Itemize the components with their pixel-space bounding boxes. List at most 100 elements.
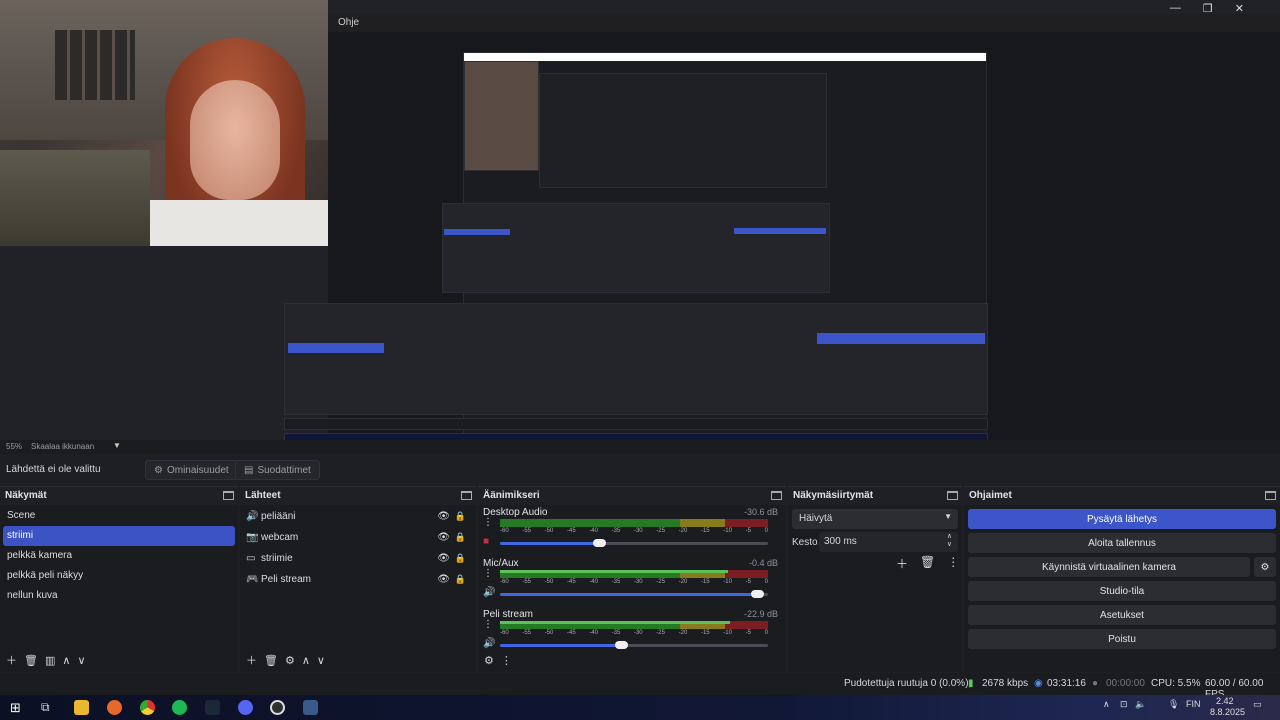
scene-item[interactable]: nellun kuva: [0, 586, 238, 606]
filter-icon[interactable]: ▥: [45, 654, 55, 667]
clock-time[interactable]: 2.42: [1216, 696, 1234, 706]
studio-mode-button[interactable]: Studio-tila: [968, 581, 1276, 601]
up-arrow-icon[interactable]: ∧: [302, 654, 310, 667]
undock-icon[interactable]: [771, 491, 782, 500]
virtual-camera-button[interactable]: Käynnistä virtuaalinen kamera: [968, 557, 1250, 577]
obs-icon[interactable]: [270, 700, 285, 715]
minimize-icon[interactable]: —: [1170, 2, 1181, 15]
lock-icon[interactable]: 🔒: [455, 532, 466, 543]
source-toolbar: Lähdettä ei ole valittu ⚙ Ominaisuudet ▤…: [0, 458, 1280, 482]
volume-slider[interactable]: [500, 590, 768, 598]
chrome-icon[interactable]: [140, 700, 155, 715]
stream-time: 03:31:16: [1047, 678, 1086, 689]
duration-label: Kesto: [792, 537, 818, 548]
source-item[interactable]: ▭ striimie 👁 🔒: [240, 548, 476, 569]
app-icon[interactable]: [303, 700, 318, 715]
volume-icon[interactable]: 🔈: [1135, 699, 1146, 710]
tick-label: -45: [566, 528, 576, 534]
volume-slider[interactable]: [500, 641, 768, 649]
spotify-icon[interactable]: [172, 700, 187, 715]
down-arrow-icon[interactable]: ∨: [317, 654, 325, 667]
scene-item[interactable]: Scene: [0, 506, 238, 526]
tick-label: -5: [745, 528, 751, 534]
duration-input[interactable]: 300 ms ∧ ∨: [819, 532, 958, 552]
properties-button[interactable]: ⚙ Ominaisuudet: [145, 460, 238, 480]
more-menu-icon[interactable]: ⋮: [483, 619, 493, 630]
lock-icon[interactable]: 🔒: [455, 553, 466, 564]
scene-item[interactable]: pelkkä kamera: [0, 546, 238, 566]
source-item[interactable]: 🎮 Peli stream 👁 🔒: [240, 569, 476, 590]
undock-icon[interactable]: [1265, 491, 1276, 500]
source-item[interactable]: 🔊 peliääni 👁 🔒: [240, 506, 476, 527]
speaker-icon[interactable]: 🔊: [483, 587, 495, 598]
steam-icon[interactable]: [205, 700, 220, 715]
up-arrow-icon[interactable]: ∧: [62, 654, 70, 667]
exit-button[interactable]: Poistu: [968, 629, 1276, 649]
discord-icon[interactable]: [238, 700, 253, 715]
start-recording-button[interactable]: Aloita tallennus: [968, 533, 1276, 553]
maximize-icon[interactable]: ❐: [1203, 2, 1213, 15]
source-item[interactable]: 📷 webcam 👁 🔒: [240, 527, 476, 548]
source-name: peliääni: [261, 511, 296, 522]
monitor-icon: ▭: [246, 553, 256, 564]
preview-canvas[interactable]: Ohje — ❐ ✕: [0, 0, 1280, 440]
stop-stream-button[interactable]: Pysäytä lähetys: [968, 509, 1276, 529]
taskbar: ⊞ ⧉ ∧ ⊡ 🔈 🎙 FIN 2.42 8.8.2025 ▭: [0, 695, 1280, 720]
speaker-icon: 🔊: [246, 511, 259, 522]
scene-item-selected[interactable]: striimi: [3, 526, 235, 546]
cpu-usage: CPU: 5.5%: [1151, 678, 1201, 689]
undock-icon[interactable]: [223, 491, 234, 500]
lock-icon[interactable]: 🔒: [455, 574, 466, 585]
undock-icon[interactable]: [947, 491, 958, 500]
muted-icon[interactable]: ■: [483, 536, 489, 547]
undock-icon[interactable]: [461, 491, 472, 500]
more-menu-icon[interactable]: ⋮: [947, 555, 959, 572]
volume-slider[interactable]: [500, 539, 768, 547]
firefox-icon[interactable]: [107, 700, 122, 715]
add-icon[interactable]: ＋: [6, 652, 17, 668]
tick-label: -40: [589, 579, 598, 585]
eye-icon[interactable]: 👁: [437, 553, 450, 564]
scale-label: Skaalaa ikkunaan: [31, 442, 95, 451]
controls-dock: Ohjaimet Pysäytä lähetys Aloita tallennu…: [964, 486, 1280, 672]
speaker-icon[interactable]: 🔊: [483, 638, 495, 649]
close-icon[interactable]: ✕: [1235, 2, 1244, 15]
tick-label: -50: [544, 579, 554, 585]
trash-icon[interactable]: 🗑: [920, 555, 935, 572]
filters-button[interactable]: ▤ Suodattimet: [235, 460, 320, 480]
chevron-up-icon[interactable]: ∧: [1103, 699, 1110, 710]
source-name: webcam: [261, 532, 299, 543]
settings-button[interactable]: Asetukset: [968, 605, 1276, 625]
gear-icon[interactable]: ⚙: [1254, 557, 1276, 577]
transition-select[interactable]: Häivytä ▼: [792, 509, 958, 529]
notification-icon[interactable]: ▭: [1253, 699, 1262, 710]
windows-start-icon[interactable]: ⊞: [10, 700, 21, 716]
chevron-down-icon[interactable]: ▼: [113, 441, 121, 450]
add-icon[interactable]: ＋: [896, 555, 908, 572]
stepper-icon[interactable]: ∧ ∨: [947, 533, 952, 549]
trash-icon[interactable]: 🗑: [24, 654, 38, 667]
record-icon: ●: [1092, 678, 1099, 689]
gear-icon[interactable]: ⚙: [285, 654, 295, 667]
scene-item[interactable]: pelkkä peli näkyy: [0, 566, 238, 586]
more-menu-icon[interactable]: ⋮: [483, 517, 493, 528]
file-explorer-icon[interactable]: [74, 700, 89, 715]
task-view-icon[interactable]: ⧉: [41, 700, 50, 715]
down-arrow-icon[interactable]: ∨: [77, 654, 85, 667]
more-menu-icon[interactable]: ⋮: [483, 568, 493, 579]
scenes-dock: Näkymät Scene striimi pelkkä kamera pelk…: [0, 486, 238, 672]
add-icon[interactable]: ＋: [246, 652, 257, 668]
clock-date[interactable]: 8.8.2025: [1210, 707, 1245, 717]
mic-icon[interactable]: 🎙: [1168, 699, 1179, 710]
more-menu-icon[interactable]: ⋮: [501, 654, 512, 667]
network-icon[interactable]: ⊡: [1120, 699, 1128, 710]
eye-icon[interactable]: 👁: [437, 511, 450, 522]
tick-label: -25: [656, 528, 665, 534]
language-indicator[interactable]: FIN: [1186, 699, 1201, 709]
eye-icon[interactable]: 👁: [437, 574, 450, 585]
no-source-label: Lähdettä ei ole valittu: [6, 464, 101, 475]
gear-icon[interactable]: ⚙: [484, 654, 494, 667]
lock-icon[interactable]: 🔒: [455, 511, 466, 522]
trash-icon[interactable]: 🗑: [264, 654, 278, 667]
eye-icon[interactable]: 👁: [437, 532, 450, 543]
